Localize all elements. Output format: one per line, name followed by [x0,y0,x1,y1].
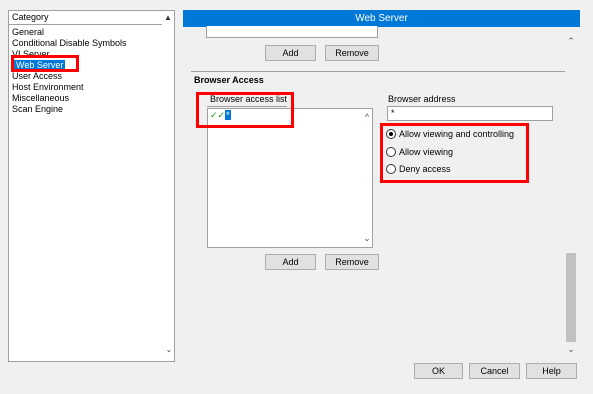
category-header[interactable]: Category [9,11,162,25]
pane-title: Web Server [183,10,580,27]
previous-field[interactable] [206,26,378,38]
scroll-up-icon[interactable]: ⌃ [565,36,577,47]
category-item-conditional-disable-symbols[interactable]: Conditional Disable Symbols [12,38,127,49]
top-add-button[interactable]: Add [265,45,316,61]
highlight-box-access-options [380,123,529,183]
list-add-button[interactable]: Add [265,254,316,270]
category-item-scan-engine[interactable]: Scan Engine [12,104,63,115]
scroll-down-icon[interactable]: ⌄ [565,344,577,355]
top-remove-button[interactable]: Remove [325,45,379,61]
section-title-browser-access: Browser Access [194,75,264,85]
list-scroll-down-icon[interactable]: ⌄ [362,233,372,244]
list-scroll-up-icon[interactable]: ^ [362,112,372,122]
browser-address-label: Browser address [388,94,456,104]
list-remove-button[interactable]: Remove [325,254,379,270]
browser-address-input[interactable]: * [387,106,553,121]
help-button[interactable]: Help [526,363,577,379]
section-separator [191,71,565,72]
category-item-miscellaneous[interactable]: Miscellaneous [12,93,69,104]
ok-button[interactable]: OK [414,363,463,379]
category-item-user-access[interactable]: User Access [12,71,62,82]
browser-access-list[interactable]: ✓✓* ^ ⌄ [207,108,373,248]
chevron-down-icon[interactable]: ⌄ [164,345,174,357]
sort-up-icon[interactable]: ▲ [162,11,174,25]
highlight-box-web-server [11,55,79,72]
category-item-host-environment[interactable]: Host Environment [12,82,84,93]
cancel-button[interactable]: Cancel [469,363,520,379]
category-item-general[interactable]: General [12,27,44,38]
highlight-box-list [196,92,294,128]
scrollbar-thumb[interactable] [566,253,576,342]
